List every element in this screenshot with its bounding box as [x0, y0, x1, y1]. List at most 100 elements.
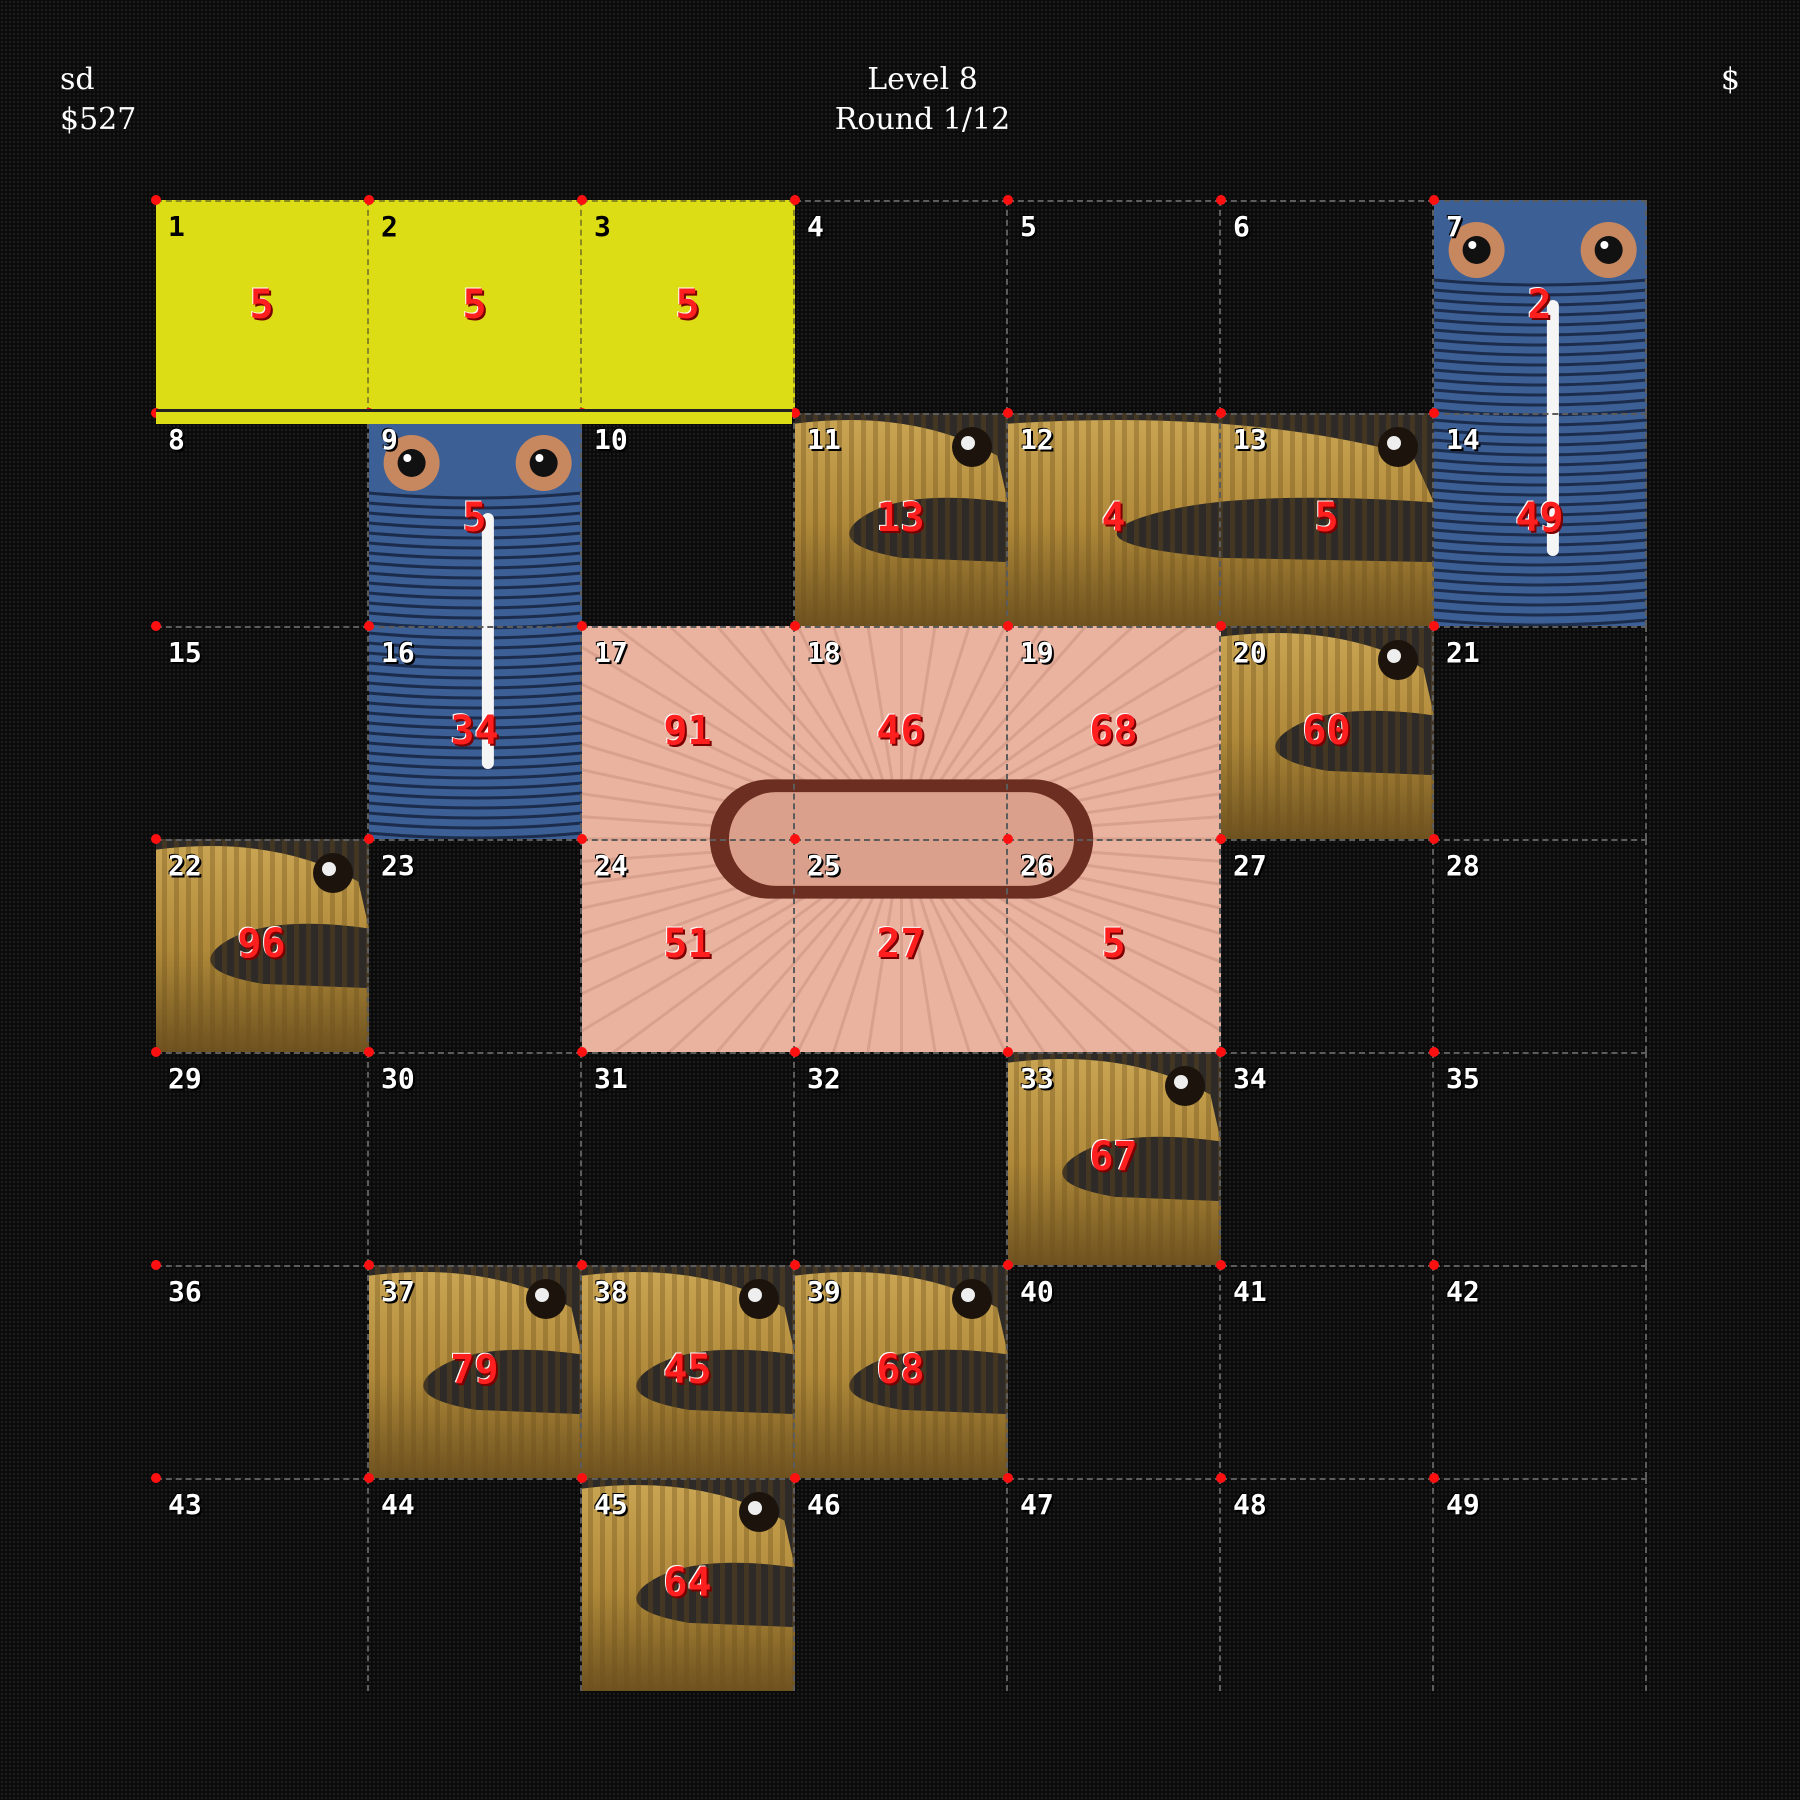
- board-cell-20[interactable]: 20 60: [1221, 626, 1434, 839]
- board-cell-42[interactable]: 42: [1434, 1265, 1647, 1478]
- board-cell-30[interactable]: 30: [369, 1052, 582, 1265]
- board-cell-47[interactable]: 47: [1008, 1478, 1221, 1691]
- board-cell-10[interactable]: 10: [582, 413, 795, 626]
- grid-dot: [364, 621, 374, 631]
- board-cell-3[interactable]: 35: [582, 200, 795, 413]
- board-cell-39[interactable]: 39 68: [795, 1265, 1008, 1478]
- cell-number: 43: [168, 1488, 202, 1521]
- grid-dot: [1216, 1047, 1226, 1057]
- cell-number: 26: [1020, 849, 1054, 882]
- grid-dot: [151, 1260, 161, 1270]
- board-cell-36[interactable]: 36: [156, 1265, 369, 1478]
- board-cell-24[interactable]: 24 51: [582, 839, 795, 1052]
- board-cell-43[interactable]: 43: [156, 1478, 369, 1691]
- grid-dot: [1003, 621, 1013, 631]
- level-label: Level 8: [867, 62, 978, 97]
- board-cell-49[interactable]: 49: [1434, 1478, 1647, 1691]
- board-cell-4[interactable]: 4: [795, 200, 1008, 413]
- grid-dot: [790, 195, 800, 205]
- grid-dot: [364, 1473, 374, 1483]
- cell-value: 49: [1515, 495, 1564, 541]
- cell-value: 2: [1527, 282, 1552, 328]
- grid-dot: [1429, 834, 1439, 844]
- board-cell-27[interactable]: 27: [1221, 839, 1434, 1052]
- cell-value: 4: [1101, 495, 1126, 541]
- grid-dot: [1429, 195, 1439, 205]
- board-cell-7[interactable]: 72: [1434, 200, 1647, 413]
- cell-number: 16: [381, 636, 415, 669]
- cell-number: 6: [1233, 210, 1250, 243]
- grid-dot: [1216, 621, 1226, 631]
- board-cell-14[interactable]: 14 49: [1434, 413, 1647, 626]
- board-cell-22[interactable]: 22 96: [156, 839, 369, 1052]
- board-cell-35[interactable]: 35: [1434, 1052, 1647, 1265]
- board-cell-15[interactable]: 15: [156, 626, 369, 839]
- cell-number: 41: [1233, 1275, 1267, 1308]
- grid-dot: [577, 1473, 587, 1483]
- cell-value: 79: [450, 1347, 499, 1393]
- board-cell-26[interactable]: 26 5: [1008, 839, 1221, 1052]
- board-cell-2[interactable]: 25: [369, 200, 582, 413]
- board-cell-44[interactable]: 44: [369, 1478, 582, 1691]
- cell-number: 46: [807, 1488, 841, 1521]
- board-cell-23[interactable]: 23: [369, 839, 582, 1052]
- board-cell-12[interactable]: 12 4: [1008, 413, 1221, 626]
- cell-number: 10: [594, 423, 628, 456]
- board-cell-32[interactable]: 32: [795, 1052, 1008, 1265]
- board-cell-38[interactable]: 38 45: [582, 1265, 795, 1478]
- board-cell-46[interactable]: 46: [795, 1478, 1008, 1691]
- cell-number: 1: [168, 210, 185, 243]
- grid-dot: [1429, 1260, 1439, 1270]
- cell-number: 11: [807, 423, 841, 456]
- currency-icon[interactable]: $: [1721, 60, 1740, 100]
- cell-number: 27: [1233, 849, 1267, 882]
- cell-number: 20: [1233, 636, 1267, 669]
- grid-dot: [577, 834, 587, 844]
- board-cell-17[interactable]: 17 91: [582, 626, 795, 839]
- board-cell-8[interactable]: 8: [156, 413, 369, 626]
- cell-number: 12: [1020, 423, 1054, 456]
- cell-number: 48: [1233, 1488, 1267, 1521]
- board-cell-13[interactable]: 13 5: [1221, 413, 1434, 626]
- board-cell-48[interactable]: 48: [1221, 1478, 1434, 1691]
- board-cell-5[interactable]: 5: [1008, 200, 1221, 413]
- grid-dot: [1003, 1473, 1013, 1483]
- board-cell-41[interactable]: 41: [1221, 1265, 1434, 1478]
- board-cell-19[interactable]: 19 68: [1008, 626, 1221, 839]
- cell-number: 37: [381, 1275, 415, 1308]
- cell-number: 2: [381, 210, 398, 243]
- board-cell-9[interactable]: 95: [369, 413, 582, 626]
- board-cell-25[interactable]: 25 27: [795, 839, 1008, 1052]
- cell-value: 60: [1302, 708, 1351, 754]
- board-cell-11[interactable]: 11 13: [795, 413, 1008, 626]
- cell-number: 29: [168, 1062, 202, 1095]
- grid-dot: [577, 1260, 587, 1270]
- board-cell-28[interactable]: 28: [1434, 839, 1647, 1052]
- board-cell-16[interactable]: 16 34: [369, 626, 582, 839]
- board-cell-6[interactable]: 6: [1221, 200, 1434, 413]
- board-cell-34[interactable]: 34: [1221, 1052, 1434, 1265]
- cell-value: 5: [462, 495, 487, 541]
- grid-dot: [151, 195, 161, 205]
- board-cell-45[interactable]: 45 64: [582, 1478, 795, 1691]
- board-cell-1[interactable]: 15: [156, 200, 369, 413]
- grid-dot: [1216, 1473, 1226, 1483]
- grid-dot: [364, 1047, 374, 1057]
- board-cell-18[interactable]: 18 46: [795, 626, 1008, 839]
- cell-value: 46: [876, 708, 925, 754]
- board-cell-37[interactable]: 37 79: [369, 1265, 582, 1478]
- board-cell-31[interactable]: 31: [582, 1052, 795, 1265]
- board-cell-21[interactable]: 21: [1434, 626, 1647, 839]
- board-cell-33[interactable]: 33 67: [1008, 1052, 1221, 1265]
- cell-value: 96: [237, 921, 286, 967]
- board-cell-29[interactable]: 29: [156, 1052, 369, 1265]
- grid-dot: [790, 1260, 800, 1270]
- grid-dot: [790, 621, 800, 631]
- grid-dot: [790, 1047, 800, 1057]
- cell-number: 36: [168, 1275, 202, 1308]
- cell-value: 91: [663, 708, 712, 754]
- board-cell-40[interactable]: 40: [1008, 1265, 1221, 1478]
- grid-dot: [151, 834, 161, 844]
- cell-value: 67: [1089, 1134, 1138, 1180]
- grid-dot: [1216, 834, 1226, 844]
